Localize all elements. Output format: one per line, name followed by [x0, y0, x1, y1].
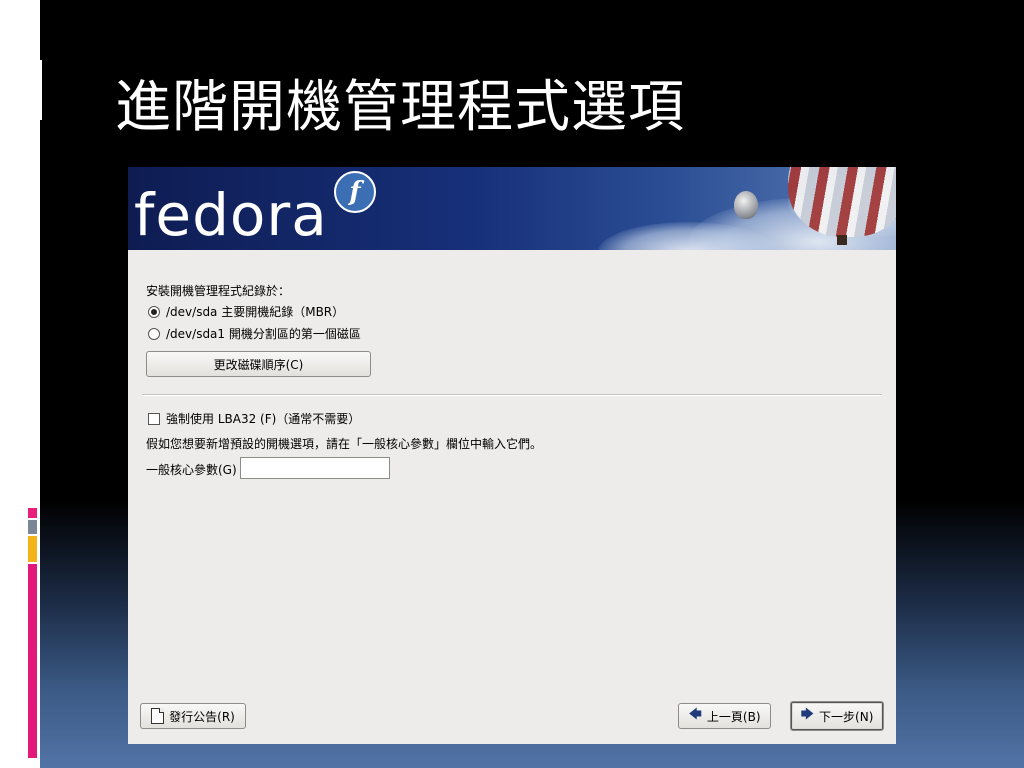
accent-bar-yellow [28, 536, 37, 562]
accent-bar-pink [28, 508, 37, 518]
document-icon [151, 708, 165, 724]
radio-first-sector-label[interactable]: /dev/sda1 開機分割區的第一個磁區 [166, 325, 361, 342]
bootloader-location-label: 安裝開機管理程式紀錄於： [146, 284, 291, 298]
slide-title: 進階開機管理程式選項 [115, 75, 685, 140]
left-arrow-icon: 🡄 [688, 707, 702, 722]
right-arrow-icon: 🡆 [800, 707, 815, 722]
balloon-basket [837, 235, 847, 245]
hot-air-balloon-small [734, 191, 758, 219]
kernel-params-hint: 假如您想要新增預設的開機選項，請在「一般核心參數」欄位中輸入它們。 [146, 437, 543, 451]
back-label: 上一頁(B) [706, 709, 761, 724]
separator [142, 394, 882, 396]
next-label: 下一步(N) [819, 709, 874, 724]
kernel-params-label: 一般核心參數(G) [146, 463, 237, 477]
accent-bar-pink-long [28, 564, 37, 758]
force-lba32-checkbox[interactable] [148, 413, 160, 425]
force-lba32-label[interactable]: 強制使用 LBA32 (F)（通常不需要） [166, 410, 360, 427]
accent-bar-gray [28, 520, 37, 534]
fedora-logo-text: fedora [134, 181, 328, 249]
radio-mbr-label[interactable]: /dev/sda 主要開機紀錄（MBR） [166, 303, 344, 320]
installer-content: 安裝開機管理程式紀錄於： /dev/sda 主要開機紀錄（MBR） /dev/s… [128, 250, 896, 744]
change-drive-order-button[interactable]: 更改磁碟順序(C) [146, 351, 371, 377]
release-notes-button[interactable]: 發行公告(R) [140, 703, 246, 729]
radio-first-sector[interactable] [148, 328, 160, 340]
back-button[interactable]: 🡄 上一頁(B) [678, 703, 771, 729]
kernel-params-input[interactable] [240, 457, 390, 479]
release-notes-label: 發行公告(R) [169, 709, 235, 724]
fedora-banner: fedora f [128, 167, 896, 250]
fedora-logo-icon: f [334, 171, 376, 213]
next-button[interactable]: 🡆 下一步(N) [790, 701, 884, 731]
installer-screenshot: fedora f 安裝開機管理程式紀錄於： /dev/sda 主要開機紀錄（MB… [128, 167, 896, 744]
slide-decoration-bars [30, 60, 42, 120]
radio-mbr[interactable] [148, 306, 160, 318]
